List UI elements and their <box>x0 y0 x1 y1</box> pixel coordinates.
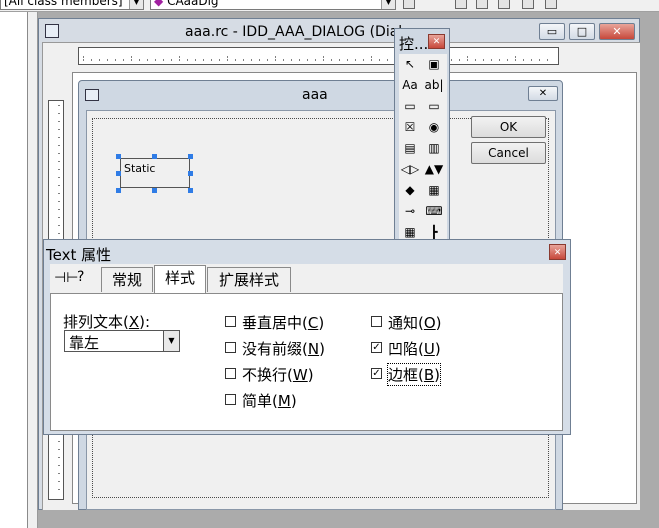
resize-handle[interactable] <box>188 188 193 193</box>
group-box-icon[interactable]: ▭ <box>399 96 421 116</box>
tab-extended-styles[interactable]: 扩展样式 <box>207 267 291 292</box>
checkbox-label: 通知(O) <box>388 314 442 332</box>
properties-title: Text 属性 <box>46 246 112 264</box>
cancel-button[interactable]: Cancel <box>471 142 546 164</box>
combo-box-icon[interactable]: ▤ <box>399 138 421 158</box>
tab-styles[interactable]: 样式 <box>154 265 206 293</box>
chevron-down-icon[interactable]: ▼ <box>163 331 179 351</box>
checkbox-box[interactable] <box>371 316 382 327</box>
class-members-combo[interactable]: [All class members] ▼ <box>0 0 144 10</box>
pointer-icon[interactable]: ↖ <box>399 54 421 74</box>
list-box-icon[interactable]: ▥ <box>423 138 445 158</box>
static-text-label: Static <box>124 162 156 175</box>
checkbox-box[interactable] <box>225 316 236 327</box>
align-text-label: 排列文本(X): <box>63 313 151 331</box>
spin-icon[interactable]: ◆ <box>399 180 421 200</box>
resize-handle[interactable] <box>116 154 121 159</box>
dialog-icon <box>85 89 99 101</box>
ruler-ticks <box>83 56 555 61</box>
tab-general[interactable]: 常规 <box>101 267 153 292</box>
help-icon[interactable]: ? <box>77 269 84 285</box>
checkbox-label: 简单(M) <box>242 392 297 410</box>
dialog-title: aaa <box>302 87 328 103</box>
close-button[interactable]: ✕ <box>599 23 635 40</box>
pin-icon[interactable]: ⊣⊢ <box>54 270 78 286</box>
static-text-icon[interactable]: Aa <box>399 75 421 95</box>
checkbox-label: 边框(B) <box>386 363 442 386</box>
horizontal-ruler[interactable] <box>78 47 559 65</box>
v-scroll-icon[interactable]: ▲▼ <box>423 159 445 179</box>
ok-button[interactable]: OK <box>471 116 546 138</box>
hotkey-icon[interactable]: ⌨ <box>423 201 445 221</box>
window-title: aaa.rc - IDD_AAA_DIALOG (Dialo <box>185 24 411 40</box>
class-view-pane <box>0 12 28 528</box>
checkbox-label: 垂直居中(C) <box>242 314 325 332</box>
button-icon[interactable]: ▭ <box>423 96 445 116</box>
chevron-down-icon[interactable]: ▼ <box>381 0 395 9</box>
checkbox-box[interactable] <box>225 394 236 405</box>
member-icon: ◆ <box>154 0 164 8</box>
toolbar-button-icon[interactable] <box>498 0 510 9</box>
progress-icon[interactable]: ▦ <box>423 180 445 200</box>
checkbox-box[interactable]: ✓ <box>371 342 382 353</box>
toolbar-button-icon[interactable] <box>455 0 467 9</box>
picture-icon[interactable]: ▣ <box>423 54 445 74</box>
close-icon[interactable]: ✕ <box>528 86 558 101</box>
checkbox-label: 凹陷(U) <box>388 340 441 358</box>
toolbox-title: 控... <box>399 35 429 53</box>
resize-handle[interactable] <box>116 171 121 176</box>
member-combo[interactable]: ◆ CAaaDlg ▼ <box>150 0 396 10</box>
toolbar-button-icon[interactable] <box>522 0 534 9</box>
top-toolbar: [All class members] ▼ ◆ CAaaDlg ▼ <box>0 0 659 12</box>
checkbox-box[interactable] <box>225 342 236 353</box>
checkbox-box[interactable] <box>225 368 236 379</box>
static-text-control[interactable]: Static <box>120 158 190 188</box>
controls-toolbox[interactable]: 控... ✕ ↖ ▣ Aa ab| ▭ ▭ ☒ ◉ ▤ ▥ ◁▷ ▲▼ ◆ ▦ ⊸ ⌨ ▦ ┣ <box>394 28 450 240</box>
vertical-scrollbar[interactable] <box>28 12 38 528</box>
close-icon[interactable]: ✕ <box>428 34 445 49</box>
toolbar-button-icon[interactable] <box>476 0 488 9</box>
minimize-button[interactable]: ▭ <box>539 23 565 40</box>
edit-box-icon[interactable]: ab| <box>423 75 445 95</box>
h-scroll-icon[interactable]: ◁▷ <box>399 159 421 179</box>
resize-handle[interactable] <box>188 171 193 176</box>
maximize-button[interactable]: □ <box>569 23 595 40</box>
toolbar-button-icon[interactable] <box>545 0 557 9</box>
tool-grid: ↖ ▣ Aa ab| ▭ ▭ ☒ ◉ ▤ ▥ ◁▷ ▲▼ ◆ ▦ ⊸ ⌨ ▦ ┣ <box>399 54 447 239</box>
wizard-icon[interactable] <box>403 0 415 9</box>
radio-icon[interactable]: ◉ <box>423 117 445 137</box>
resize-handle[interactable] <box>188 154 193 159</box>
checkbox-box[interactable]: ✓ <box>371 368 382 379</box>
properties-tabs: ⊣⊢ ? 常规 样式 扩展样式 <box>50 265 563 294</box>
resize-handle[interactable] <box>152 188 157 193</box>
close-icon[interactable]: ✕ <box>549 244 566 260</box>
checkbox-label: 没有前缀(N) <box>242 340 325 358</box>
align-text-select[interactable]: 靠左 ▼ <box>64 330 180 352</box>
checkbox-label: 不换行(W) <box>242 366 314 384</box>
resize-handle[interactable] <box>116 188 121 193</box>
checkbox-icon[interactable]: ☒ <box>399 117 421 137</box>
chevron-down-icon[interactable]: ▼ <box>129 0 143 9</box>
window-icon <box>45 24 59 38</box>
resize-handle[interactable] <box>152 154 157 159</box>
slider-icon[interactable]: ⊸ <box>399 201 421 221</box>
